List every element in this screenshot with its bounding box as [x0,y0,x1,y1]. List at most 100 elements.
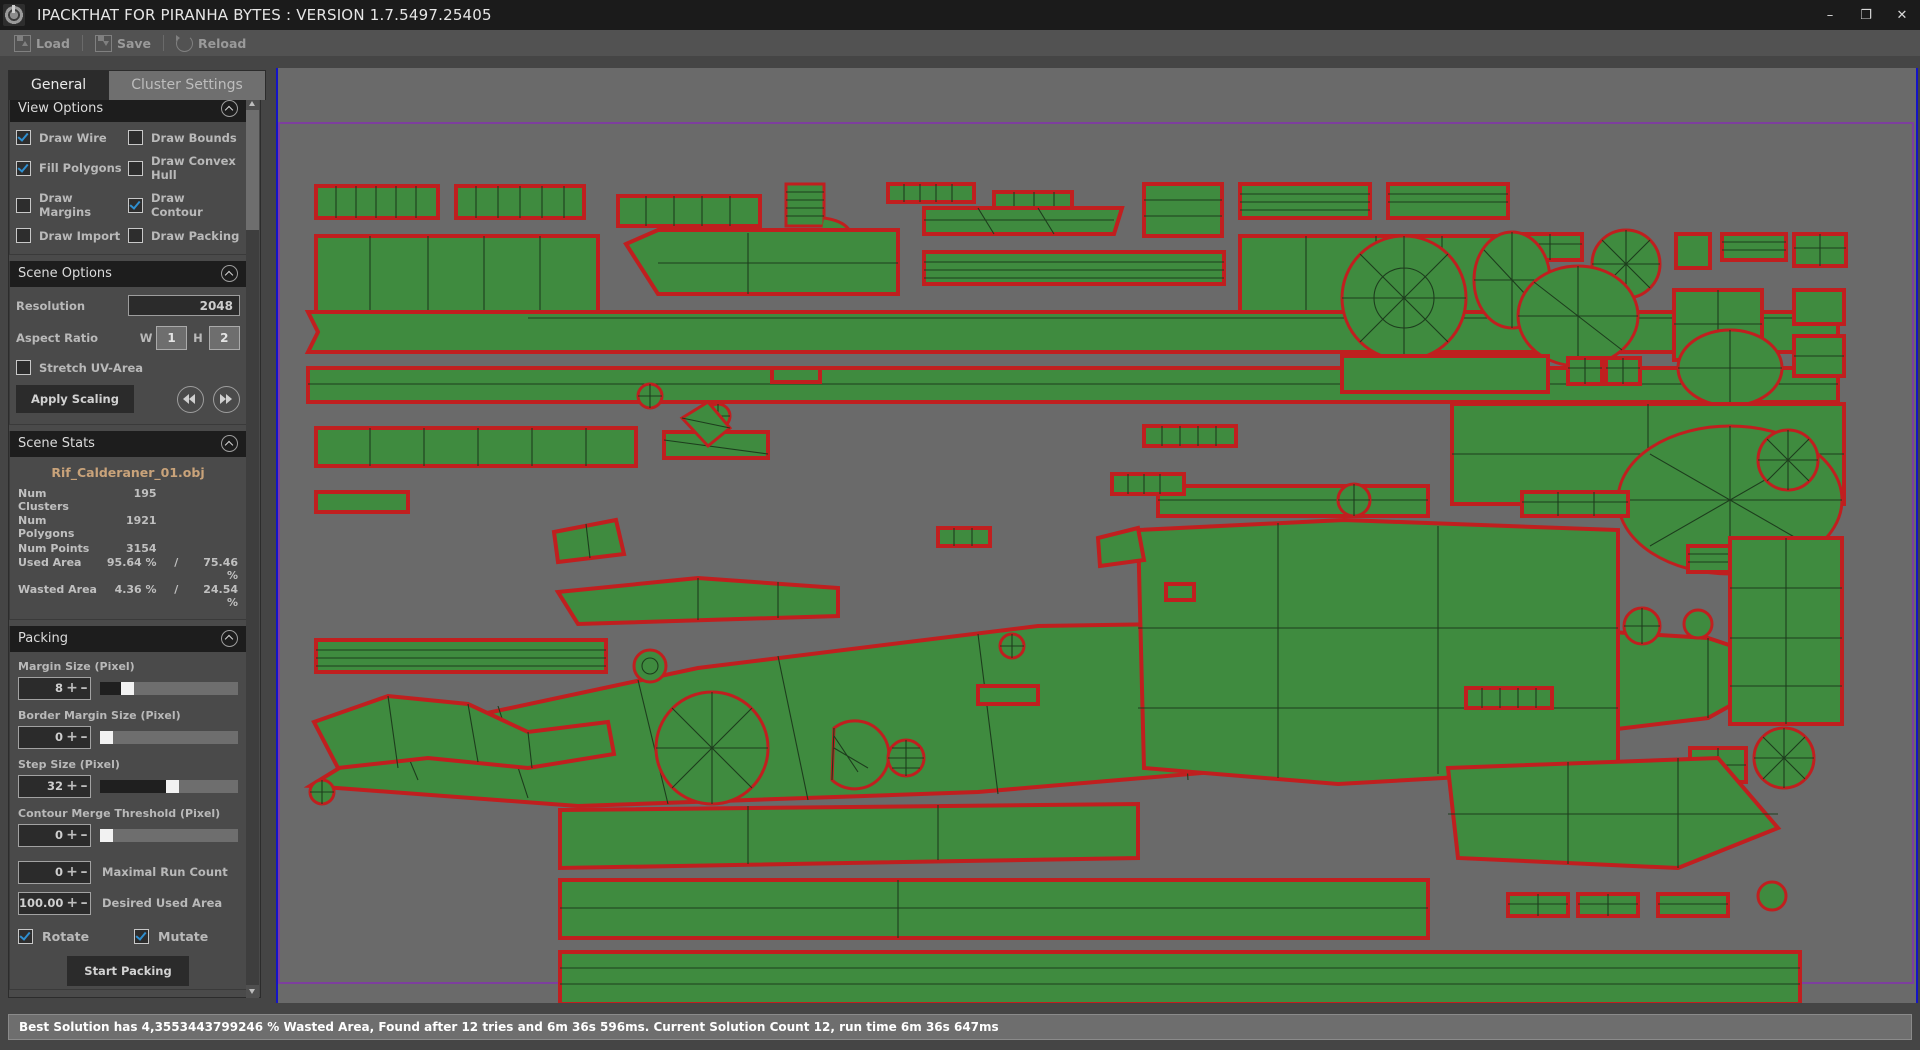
increment-icon[interactable]: + [66,730,78,744]
checkbox-icon[interactable] [128,228,143,243]
chevron-up-icon[interactable] [221,100,238,117]
minimize-button[interactable]: – [1812,0,1848,30]
border-margin-slider[interactable] [100,731,238,744]
rotate-mutate-row: Rotate Mutate [18,929,238,944]
apply-scaling-button[interactable]: Apply Scaling [16,385,134,413]
checkbox-draw-import[interactable]: Draw Import [16,228,128,243]
slider-handle[interactable] [121,682,134,695]
stat-row: Num Polygons 1921 [18,514,238,541]
toolbar-separator [82,35,83,51]
checkbox-icon[interactable] [16,161,31,176]
checkbox-fill-polygons[interactable]: Fill Polygons [16,154,128,182]
checkbox-icon[interactable] [16,198,31,213]
contour-merge-stepper[interactable]: 0 + – [18,824,91,847]
border-margin-stepper[interactable]: 0 + – [18,726,91,749]
step-size-label: Step Size (Pixel) [18,758,238,771]
checkbox-icon[interactable] [18,929,33,944]
decrement-icon[interactable]: – [78,779,90,793]
decrement-icon[interactable]: – [78,865,90,879]
tab-general[interactable]: General [8,70,109,100]
uv-viewport[interactable]: .isl{fill:#3f8b3f;stroke:#c01f1f;stroke-… [276,68,1918,1003]
scene-stats-header[interactable]: Scene Stats [10,431,246,457]
step-size-stepper[interactable]: 32 + – [18,775,91,798]
increment-icon[interactable]: + [66,828,78,842]
uv-layout-canvas[interactable]: .isl{fill:#3f8b3f;stroke:#c01f1f;stroke-… [278,68,1916,1003]
scene-stats-title: Scene Stats [18,436,95,451]
stat-key: Num Points [18,543,98,556]
decrement-icon[interactable]: – [78,896,90,910]
chevron-up-icon[interactable] [221,435,238,452]
checkbox-mutate[interactable]: Mutate [134,929,208,944]
checkbox-icon[interactable] [128,161,143,176]
decrement-icon[interactable]: – [78,828,90,842]
margin-size-stepper[interactable]: 8 + – [18,677,91,700]
main-toolbar: Load Save Reload [0,30,1920,56]
checkbox-draw-contour[interactable]: Draw Contour [128,191,240,219]
stat-separator [157,543,196,556]
stat-separator: / [157,557,196,582]
stat-value-1: 4.36 % [98,584,157,609]
tab-cluster-settings[interactable]: Cluster Settings [108,70,266,100]
scroll-down-icon[interactable] [246,985,259,998]
step-size-value: 32 [19,779,66,793]
slider-handle[interactable] [100,731,113,744]
start-packing-button[interactable]: Start Packing [67,956,188,986]
stat-value-2: 24.54 % [196,584,238,609]
stat-value-1: 95.64 % [98,557,157,582]
stretch-uv-row[interactable]: Stretch UV-Area [16,360,240,375]
increment-icon[interactable]: + [66,896,78,910]
increment-icon[interactable]: + [66,779,78,793]
checkbox-draw-packing[interactable]: Draw Packing [128,228,240,243]
checkbox-icon[interactable] [16,360,31,375]
checkbox-rotate[interactable]: Rotate [18,929,134,944]
reload-button[interactable]: Reload [168,33,254,54]
checkbox-draw-bounds[interactable]: Draw Bounds [128,130,240,145]
save-button[interactable]: Save [87,33,159,54]
scene-options-header[interactable]: Scene Options [10,261,246,287]
checkbox-draw-margins[interactable]: Draw Margins [16,191,128,219]
aspect-w-input[interactable]: 1 [156,326,187,350]
checkbox-icon[interactable] [128,130,143,145]
margin-size-slider[interactable] [100,682,238,695]
border-margin-label: Border Margin Size (Pixel) [18,709,238,722]
scene-stats-body: Rif_Calderaner_01.obj Num Clusters 195 N… [10,457,246,619]
checkbox-draw-convex-hull[interactable]: Draw Convex Hull [128,154,240,182]
stat-value-1: 1921 [98,515,157,540]
decrement-icon[interactable]: – [78,681,90,695]
stat-value-2 [196,543,238,556]
chevron-up-icon[interactable] [221,265,238,282]
settings-panel: View Options Draw Wire Draw Bounds [8,95,261,998]
slider-handle[interactable] [100,829,113,842]
forward-icon[interactable] [213,386,240,413]
checkbox-icon[interactable] [16,130,31,145]
border-margin-row: 0 + – [18,726,238,749]
contour-merge-slider[interactable] [100,829,238,842]
stat-value-1: 3154 [98,543,157,556]
decrement-icon[interactable]: – [78,730,90,744]
increment-icon[interactable]: + [66,681,78,695]
increment-icon[interactable]: + [66,865,78,879]
scene-options-group: Scene Options Resolution 2048 Aspect Rat… [9,261,247,425]
scene-options-body: Resolution 2048 Aspect Ratio W 1 H 2 Str… [10,287,246,424]
checkbox-icon[interactable] [16,228,31,243]
chevron-up-icon[interactable] [221,630,238,647]
step-size-slider[interactable] [100,780,238,793]
checkbox-label: Fill Polygons [39,161,122,175]
resolution-input[interactable]: 2048 [128,295,240,316]
scroll-thumb[interactable] [246,110,259,230]
panel-scrollbar[interactable] [246,97,259,998]
window-title: IPACKTHAT FOR PIRANHA BYTES : VERSION 1.… [37,6,492,24]
packing-header[interactable]: Packing [10,626,246,652]
rewind-icon[interactable] [177,386,204,413]
maximize-button[interactable]: ❐ [1848,0,1884,30]
load-button[interactable]: Load [6,33,78,54]
desired-used-area-stepper[interactable]: 100.00 + – [18,892,91,915]
checkbox-icon[interactable] [128,198,143,213]
resolution-label: Resolution [16,299,128,313]
maximal-run-count-stepper[interactable]: 0 + – [18,861,91,884]
checkbox-draw-wire[interactable]: Draw Wire [16,130,128,145]
aspect-h-input[interactable]: 2 [209,326,240,350]
checkbox-icon[interactable] [134,929,149,944]
slider-handle[interactable] [166,780,179,793]
close-button[interactable]: ✕ [1884,0,1920,30]
